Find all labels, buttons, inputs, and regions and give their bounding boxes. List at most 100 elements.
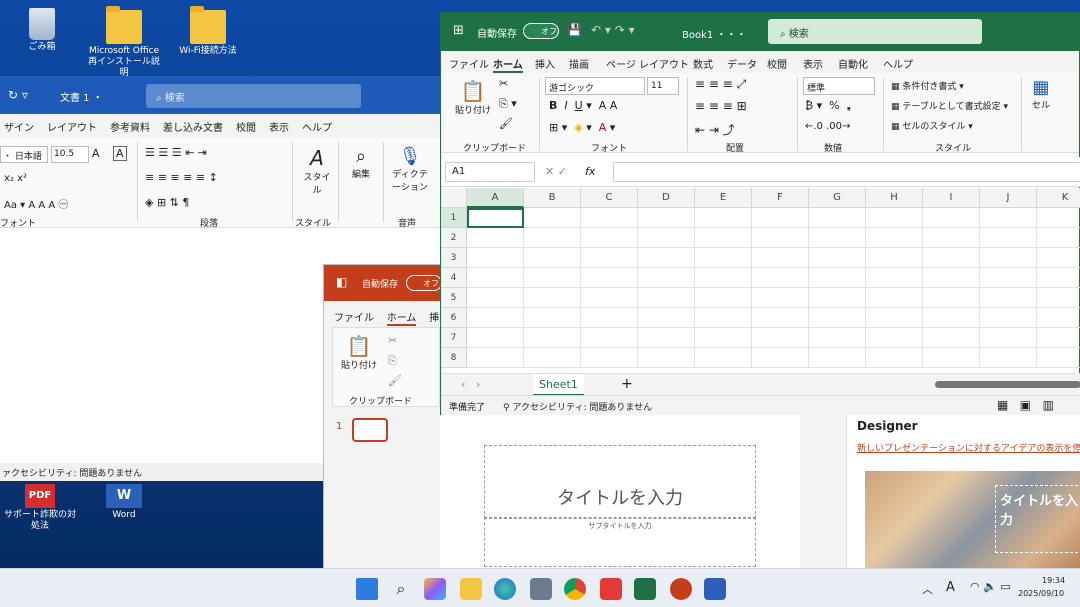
clock-date[interactable]: 2025/09/10 xyxy=(1018,589,1064,598)
powerpoint-taskbar-icon[interactable] xyxy=(670,578,692,600)
calculator-icon[interactable] xyxy=(530,578,552,600)
copy-icon[interactable]: ⎘ xyxy=(388,354,397,368)
save-icon[interactable]: 💾 xyxy=(567,23,582,37)
column-header[interactable]: K xyxy=(1037,188,1080,208)
grow-font-icon[interactable]: A xyxy=(92,147,100,160)
slide-thumbnail[interactable] xyxy=(352,418,388,442)
number-format-select[interactable]: 標準 xyxy=(803,77,875,95)
tab-review[interactable]: 校閲 xyxy=(236,119,256,134)
desktop-icon-word[interactable]: W Word xyxy=(84,484,164,521)
currency-percent-icons[interactable]: ₿ ▾ % ❟ xyxy=(805,99,851,113)
start-icon[interactable] xyxy=(356,578,378,600)
align-icons[interactable]: ≡ ≡ ≡ ≡ ≡ ↕ xyxy=(145,171,218,184)
shading-icons[interactable]: ◈ ⊞ ⇅ ¶ xyxy=(145,196,189,209)
row-header[interactable]: 3 xyxy=(441,248,467,268)
chrome-icon[interactable] xyxy=(564,578,586,600)
indent-orientation-icons[interactable]: ⇤ ⇥ ⤴ xyxy=(695,121,735,138)
row-header[interactable]: 6 xyxy=(441,308,467,328)
column-header[interactable]: I xyxy=(923,188,980,208)
column-header[interactable]: H xyxy=(866,188,923,208)
excel-search-box[interactable]: ⌕ 検索 xyxy=(768,19,982,44)
tab-mailings[interactable]: 差し込み文書 xyxy=(163,119,223,134)
tab-help[interactable]: ヘルプ xyxy=(302,119,332,134)
row-header[interactable]: 8 xyxy=(441,348,467,368)
clock-time[interactable]: 19:34 xyxy=(1042,576,1065,585)
tab-data[interactable]: データ xyxy=(727,56,757,71)
row-header[interactable]: 2 xyxy=(441,228,467,248)
tab-insert[interactable]: 挿入 xyxy=(535,56,555,71)
view-mode-icons[interactable]: ▦ ▣ ▥ xyxy=(997,398,1054,412)
desktop-icon-recycle-bin[interactable]: ごみ箱 xyxy=(2,8,82,53)
font-size-select[interactable]: 11 xyxy=(647,77,679,95)
column-header[interactable]: F xyxy=(752,188,809,208)
style-button[interactable]: A スタイル xyxy=(300,146,334,196)
clear-format-icon[interactable]: A xyxy=(113,146,127,161)
conditional-format-button[interactable]: ▦ 条件付き書式 ▾ xyxy=(891,79,964,92)
column-header[interactable]: C xyxy=(581,188,638,208)
tab-layout[interactable]: レイアウト xyxy=(47,119,97,134)
change-case-icon[interactable]: Aa ▾ A A A ㊀ xyxy=(4,196,68,211)
row-header[interactable]: 7 xyxy=(441,328,467,348)
wifi-volume-battery-icons[interactable]: ◠ 🔈 ▭ xyxy=(970,580,1011,593)
excel-taskbar-icon[interactable] xyxy=(634,578,656,600)
tab-formulas[interactable]: 数式 xyxy=(693,56,713,71)
horizontal-scrollbar[interactable] xyxy=(935,381,1080,388)
tab-file[interactable]: ファイル xyxy=(449,56,489,71)
cut-icon[interactable]: ✂ xyxy=(499,77,508,90)
name-box[interactable]: A1 xyxy=(445,162,535,182)
title-placeholder[interactable]: タイトルを入力 xyxy=(484,445,756,519)
tab-automate[interactable]: 自動化 xyxy=(838,56,868,71)
selected-cell-a1[interactable] xyxy=(467,208,524,228)
file-explorer-icon[interactable] xyxy=(460,578,482,600)
search-icon[interactable]: ⌕ xyxy=(390,578,412,600)
paste-button[interactable]: 📋 貼り付け xyxy=(341,334,377,371)
function-icon[interactable]: fx xyxy=(585,165,595,178)
desktop-icon-office-reinstall[interactable]: Microsoft Office 再インストール説明 xyxy=(84,6,164,79)
autosave-toggle[interactable]: オフ xyxy=(406,275,442,291)
tab-view[interactable]: 表示 xyxy=(269,119,289,134)
design-idea-thumbnail[interactable]: タイトルを入力 xyxy=(865,471,1080,569)
sheet-nav-icons[interactable]: ‹ › xyxy=(461,378,480,391)
sheet-tab[interactable]: Sheet1 xyxy=(533,374,584,396)
autosave-toggle[interactable]: オフ xyxy=(523,23,559,39)
column-header[interactable]: G xyxy=(809,188,866,208)
add-sheet-icon[interactable]: + xyxy=(621,376,633,392)
designer-stop-link[interactable]: 新しいプレゼンテーションに対するアイデアの表示を停止する xyxy=(857,441,1080,454)
spreadsheet-grid[interactable]: ABCDEFGHIJK 12345678 xyxy=(441,188,1080,378)
slide-canvas[interactable]: タイトルを入力 サブタイトルを入力 xyxy=(440,415,800,569)
format-painter-icon[interactable]: 🖌 xyxy=(388,374,402,387)
cell-styles-button[interactable]: ▦ セルのスタイル ▾ xyxy=(891,119,973,132)
select-all-corner[interactable] xyxy=(441,188,467,208)
vertical-align-icons[interactable]: ≡ ≡ ≡ ⤢ xyxy=(695,77,746,92)
horizontal-align-icons[interactable]: ≡ ≡ ≡ ⊞ xyxy=(695,99,747,113)
chevron-up-icon[interactable]: ︿ xyxy=(922,581,933,597)
paste-button[interactable]: 📋 貼り付け xyxy=(455,79,491,116)
font-name-select[interactable]: ・ 日本語 xyxy=(0,146,48,163)
desktop-icon-wifi[interactable]: Wi-Fi接続方法 xyxy=(168,6,248,57)
subscript-icon[interactable]: x₂ x² xyxy=(4,173,27,184)
edge-icon[interactable] xyxy=(494,578,516,600)
column-header[interactable]: A xyxy=(467,188,524,208)
tab-view[interactable]: 表示 xyxy=(803,56,823,71)
cells-button[interactable]: ▦ セル xyxy=(1027,77,1055,111)
decimal-icons[interactable]: ←.0 .00→ xyxy=(805,121,850,132)
undo-icon[interactable]: ↶ ▾ ↷ ▾ xyxy=(591,23,635,37)
font-size-select[interactable]: 10.5 xyxy=(51,146,89,163)
ime-indicator[interactable]: A xyxy=(946,580,955,595)
tab-home[interactable]: ホーム xyxy=(386,313,417,326)
row-header[interactable]: 4 xyxy=(441,268,467,288)
format-as-table-button[interactable]: ▦ テーブルとして書式設定 ▾ xyxy=(891,99,1008,112)
column-header[interactable]: E xyxy=(695,188,752,208)
cut-icon[interactable]: ✂ xyxy=(388,334,397,347)
cancel-confirm-icons[interactable]: ✕ ✓ xyxy=(545,165,567,178)
accessibility-status[interactable]: ⚲ アクセシビリティ: 問題ありません xyxy=(503,400,652,413)
dictate-button[interactable]: 🎙 ディクテーション xyxy=(388,146,432,193)
tab-design[interactable]: ザイン xyxy=(4,119,34,134)
tab-draw[interactable]: 描画 xyxy=(569,56,589,71)
row-header[interactable]: 5 xyxy=(441,288,467,308)
column-header[interactable]: J xyxy=(980,188,1037,208)
edit-button[interactable]: ⌕ 編集 xyxy=(345,146,377,180)
tab-home[interactable]: ホーム xyxy=(493,56,523,73)
bullets-icon[interactable]: ☰ ☰ ☰ ⇤ ⇥ xyxy=(145,146,207,159)
tab-help[interactable]: ヘルプ xyxy=(883,56,913,71)
